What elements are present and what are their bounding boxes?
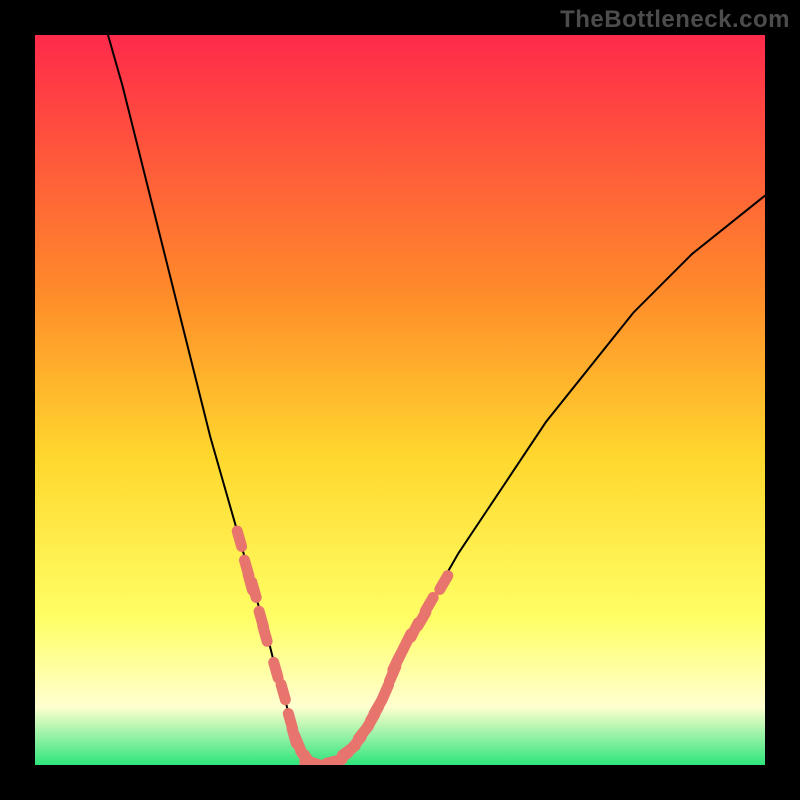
- marker-point: [237, 531, 241, 546]
- marker-point: [263, 626, 267, 641]
- marker-point: [274, 662, 278, 677]
- marker-point: [281, 684, 285, 699]
- marker-point: [440, 576, 448, 590]
- chart-frame: TheBottleneck.com: [0, 0, 800, 800]
- watermark-text: TheBottleneck.com: [560, 6, 790, 34]
- marker-point: [252, 582, 256, 597]
- marker-point: [382, 685, 388, 700]
- marker-point: [425, 598, 433, 612]
- plot-area: [35, 35, 765, 765]
- chart-svg: [35, 35, 765, 765]
